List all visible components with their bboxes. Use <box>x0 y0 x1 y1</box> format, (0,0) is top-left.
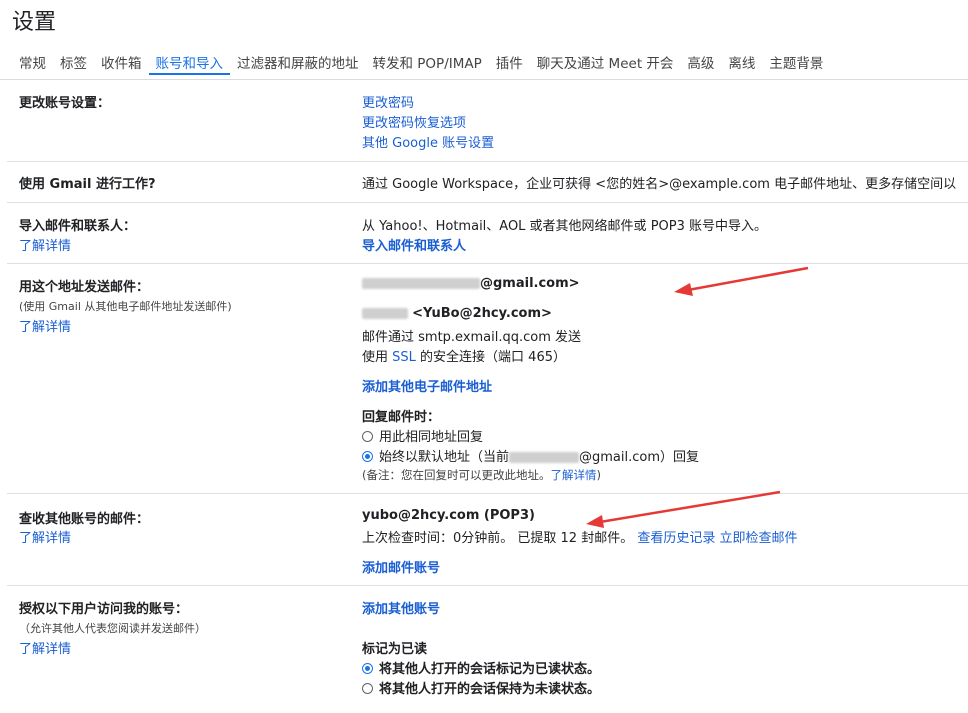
tab-forwarding[interactable]: 转发和 POP/IMAP <box>366 49 489 75</box>
section-workspace: 使用 Gmail 进行工作? 通过 Google Workspace，企业可获得… <box>7 162 968 203</box>
grant-access-learn-more-link[interactable]: 了解详情 <box>19 638 71 657</box>
reply-option-default-address[interactable]: 始终以默认地址（当前 @gmail.com）回复 <box>362 446 699 465</box>
check-mail-label: 查收其他账号的邮件： <box>19 512 150 527</box>
tab-accounts-import[interactable]: 账号和导入 <box>148 49 230 75</box>
last-check-text: 上次检查时间：0分钟前。 已提取 12 封邮件。 查看历史记录 立即检查邮件 <box>362 531 798 546</box>
radio-icon[interactable] <box>362 431 373 442</box>
redacted-name <box>362 278 480 289</box>
tab-labels[interactable]: 标签 <box>53 49 94 75</box>
tab-filters[interactable]: 过滤器和屏蔽的地址 <box>230 49 366 75</box>
send-as-address-2hcy: <YuBo@2hcy.com> <box>362 306 552 321</box>
section-grant-access: 授权以下用户访问我的账号： （允许其他人代表您阅读并发送邮件） 了解详情 添加其… <box>7 586 968 713</box>
check-mail-now-link[interactable]: 立即检查邮件 <box>720 531 798 546</box>
send-as-sublabel: (使用 Gmail 从其他电子邮件地址发送邮件) <box>19 300 232 313</box>
settings-tabs: 常规 标签 收件箱 账号和导入 过滤器和屏蔽的地址 转发和 POP/IMAP 插… <box>12 49 968 79</box>
reply-learn-more-link[interactable]: 了解详情 <box>551 468 597 482</box>
send-as-learn-more-link[interactable]: 了解详情 <box>19 316 71 335</box>
view-history-link[interactable]: 查看历史记录 <box>637 531 715 546</box>
tab-chat-meet[interactable]: 聊天及通过 Meet 开会 <box>530 49 681 75</box>
workspace-label: 使用 Gmail 进行工作? <box>19 177 156 192</box>
change-recovery-link[interactable]: 更改密码恢复选项 <box>362 112 466 131</box>
reply-note: (备注：您在回复时可以更改此地址。了解详情) <box>362 468 601 482</box>
reply-heading: 回复邮件时： <box>362 410 441 425</box>
add-other-account-link[interactable]: 添加其他账号 <box>362 598 440 617</box>
add-email-address-link[interactable]: 添加其他电子邮件地址 <box>362 376 492 395</box>
google-account-settings-link[interactable]: 其他 Google 账号设置 <box>362 132 494 151</box>
radio-selected-icon[interactable] <box>362 663 373 674</box>
grant-access-label: 授权以下用户访问我的账号： <box>19 602 189 617</box>
tab-inbox[interactable]: 收件箱 <box>94 49 149 75</box>
workspace-text: 通过 Google Workspace，企业可获得 <您的姓名>@example… <box>362 177 957 192</box>
page-title: 设置 <box>12 10 57 35</box>
pop3-account: yubo@2hcy.com (POP3) <box>362 508 535 523</box>
add-mail-account-link[interactable]: 添加邮件账号 <box>362 557 440 576</box>
send-as-label: 用这个地址发送邮件： <box>19 280 150 295</box>
radio-icon[interactable] <box>362 683 373 694</box>
mark-read-option[interactable]: 将其他人打开的会话标记为已读状态。 <box>362 658 600 677</box>
ssl-text: 使用 SSL 的安全连接（端口 465） <box>362 350 566 365</box>
mark-read-heading: 标记为已读 <box>362 642 428 657</box>
tab-advanced[interactable]: 高级 <box>680 49 721 75</box>
import-label: 导入邮件和联系人： <box>19 219 137 234</box>
ssl-link[interactable]: SSL <box>392 350 416 365</box>
tab-offline[interactable]: 离线 <box>721 49 762 75</box>
import-learn-more-link[interactable]: 了解详情 <box>19 235 71 254</box>
redacted-name <box>509 452 580 463</box>
import-mail-contacts-link[interactable]: 导入邮件和联系人 <box>362 235 466 254</box>
grant-access-sublabel: （允许其他人代表您阅读并发送邮件） <box>19 622 206 635</box>
section-send-as: 用这个地址发送邮件： (使用 Gmail 从其他电子邮件地址发送邮件) 了解详情… <box>7 264 968 494</box>
radio-selected-icon[interactable] <box>362 451 373 462</box>
section-import: 导入邮件和联系人： 了解详情 从 Yahoo!、Hotmail、AOL 或者其他… <box>7 203 968 264</box>
redacted-name <box>362 308 408 319</box>
section-change-account: 更改账号设置： 更改密码 更改密码恢复选项 其他 Google 账号设置 <box>7 80 968 162</box>
import-text: 从 Yahoo!、Hotmail、AOL 或者其他网络邮件或 POP3 账号中导… <box>362 219 768 234</box>
change-password-link[interactable]: 更改密码 <box>362 92 414 111</box>
keep-unread-option[interactable]: 将其他人打开的会话保持为未读状态。 <box>362 678 600 697</box>
tab-general[interactable]: 常规 <box>12 49 53 75</box>
smtp-text: 邮件通过 smtp.exmail.qq.com 发送 <box>362 330 582 345</box>
tab-themes[interactable]: 主题背景 <box>762 49 830 75</box>
change-account-label: 更改账号设置： <box>19 96 111 111</box>
send-as-address-gmail: @gmail.com> <box>362 276 580 291</box>
reply-option-same-address[interactable]: 用此相同地址回复 <box>362 426 483 445</box>
tab-addons[interactable]: 插件 <box>489 49 530 75</box>
section-check-mail: 查收其他账号的邮件： 了解详情 yubo@2hcy.com (POP3) 上次检… <box>7 494 968 586</box>
check-mail-learn-more-link[interactable]: 了解详情 <box>19 527 71 546</box>
